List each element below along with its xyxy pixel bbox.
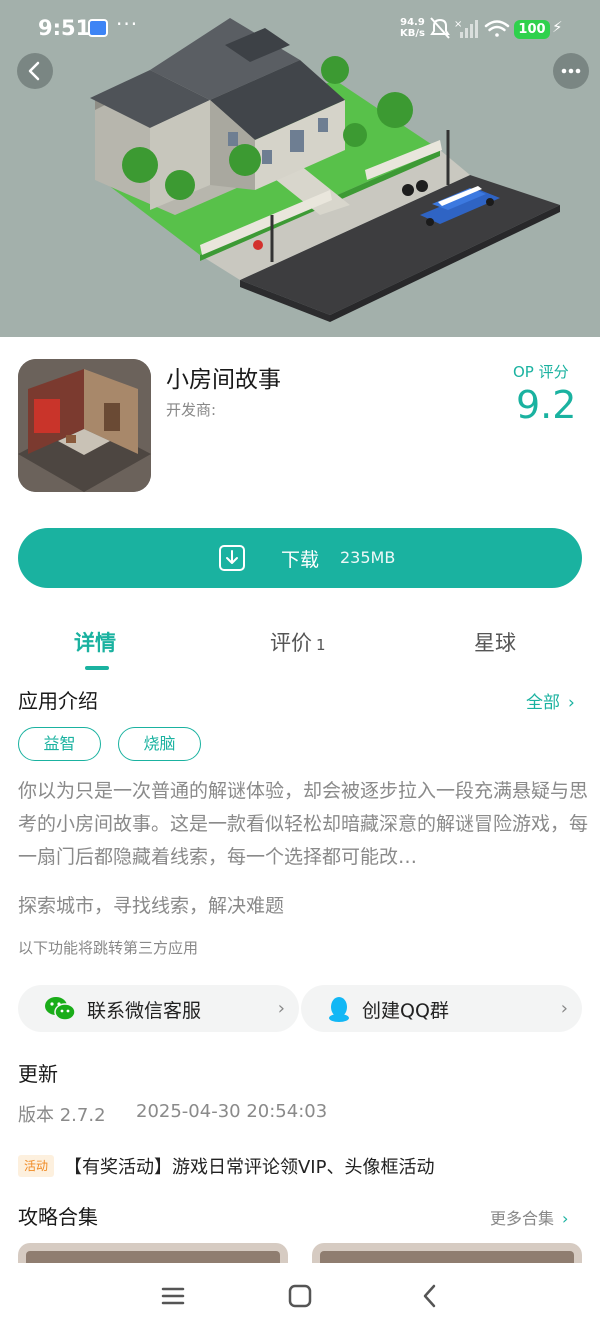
app-title: 小房间故事 (166, 367, 281, 393)
app-icon-room-illustration (18, 359, 151, 492)
more-guides-link[interactable]: 更多合集 › (490, 1205, 568, 1229)
chevron-right-icon: › (277, 998, 285, 1019)
qq-icon (329, 997, 349, 1022)
activity-badge: 活动 (18, 1155, 54, 1177)
third-party-note: 以下功能将跳转第三方应用 (18, 939, 199, 957)
wifi-icon (484, 20, 510, 37)
update-section-title: 更新 (18, 1062, 58, 1086)
download-icon (219, 545, 245, 571)
back-button[interactable] (17, 53, 53, 89)
nav-back-icon[interactable] (417, 1283, 443, 1309)
wechat-support-label: 联系微信客服 (87, 1000, 202, 1022)
charging-icon: ⚡ (552, 18, 563, 36)
status-bar: 9:51 ··· 94.9 KB/s × 100 ⚡ (0, 0, 600, 60)
network-speed-value: 94.9 (400, 17, 425, 28)
tag-brain-teaser[interactable]: 烧脑 (118, 727, 201, 761)
activity-link[interactable]: 【有奖活动】游戏日常评论领VIP、头像框活动 (64, 1153, 434, 1179)
system-navigation-bar (0, 1263, 600, 1333)
recent-apps-icon[interactable] (160, 1283, 186, 1309)
create-qq-group-button[interactable]: 创建QQ群 › (301, 985, 582, 1032)
tab-details[interactable]: 详情 (74, 627, 116, 657)
app-icon (18, 359, 151, 492)
chevron-right-icon: › (562, 1209, 569, 1228)
network-speed: 94.9 KB/s (400, 17, 425, 39)
rating-value: 9.2 (516, 383, 577, 427)
app-subtitle: 探索城市，寻找线索，解决难题 (18, 895, 285, 917)
signal-icon: × (454, 19, 478, 38)
rating-label: OP 评分 (513, 363, 569, 381)
status-time: 9:51 (38, 16, 91, 40)
battery-icon: 100 (514, 20, 550, 39)
more-guides-label: 更多合集 (490, 1209, 555, 1228)
intro-section-title: 应用介绍 (18, 689, 98, 713)
tab-reviews-count: 1 (316, 636, 326, 654)
see-all-label: 全部 (526, 693, 560, 713)
developer-label: 开发商: (166, 401, 217, 419)
version-text: 版本 2.7.2 (18, 1105, 106, 1126)
wechat-support-button[interactable]: 联系微信客服 › (18, 985, 299, 1032)
chevron-right-icon: › (560, 998, 568, 1019)
tag-puzzle[interactable]: 益智 (18, 727, 101, 761)
bell-muted-icon (430, 17, 450, 39)
more-options-button[interactable] (553, 53, 589, 89)
chevron-left-icon (28, 61, 40, 81)
guides-section-title: 攻略合集 (18, 1205, 98, 1229)
home-icon[interactable] (287, 1283, 313, 1309)
download-size: 235MB (340, 548, 396, 567)
notification-app-icon (88, 19, 108, 37)
tab-reviews-label: 评价 (270, 631, 312, 655)
tab-planet[interactable]: 星球 (474, 627, 516, 657)
more-dots-icon (561, 68, 581, 74)
svg-text:×: × (454, 19, 462, 30)
see-all-link[interactable]: 全部 › (526, 688, 575, 713)
tab-reviews[interactable]: 评价 1 (270, 627, 326, 657)
status-more-dots: ··· (116, 12, 139, 36)
create-qq-group-label: 创建QQ群 (362, 1000, 449, 1022)
download-button[interactable]: 下载 235MB (18, 528, 582, 588)
download-label: 下载 (281, 549, 320, 571)
update-time: 2025-04-30 20:54:03 (136, 1101, 328, 1122)
wechat-icon (45, 997, 76, 1021)
status-icons: × (430, 17, 510, 39)
app-description: 你以为只是一次普通的解谜体验，却会被逐步拉入一段充满悬疑与思考的小房间故事。这是… (18, 780, 589, 868)
network-speed-unit: KB/s (400, 28, 425, 39)
hero-banner: 9:51 ··· 94.9 KB/s × 100 ⚡ (0, 0, 600, 337)
tab-active-indicator (85, 666, 109, 670)
chevron-right-icon: › (568, 693, 575, 713)
